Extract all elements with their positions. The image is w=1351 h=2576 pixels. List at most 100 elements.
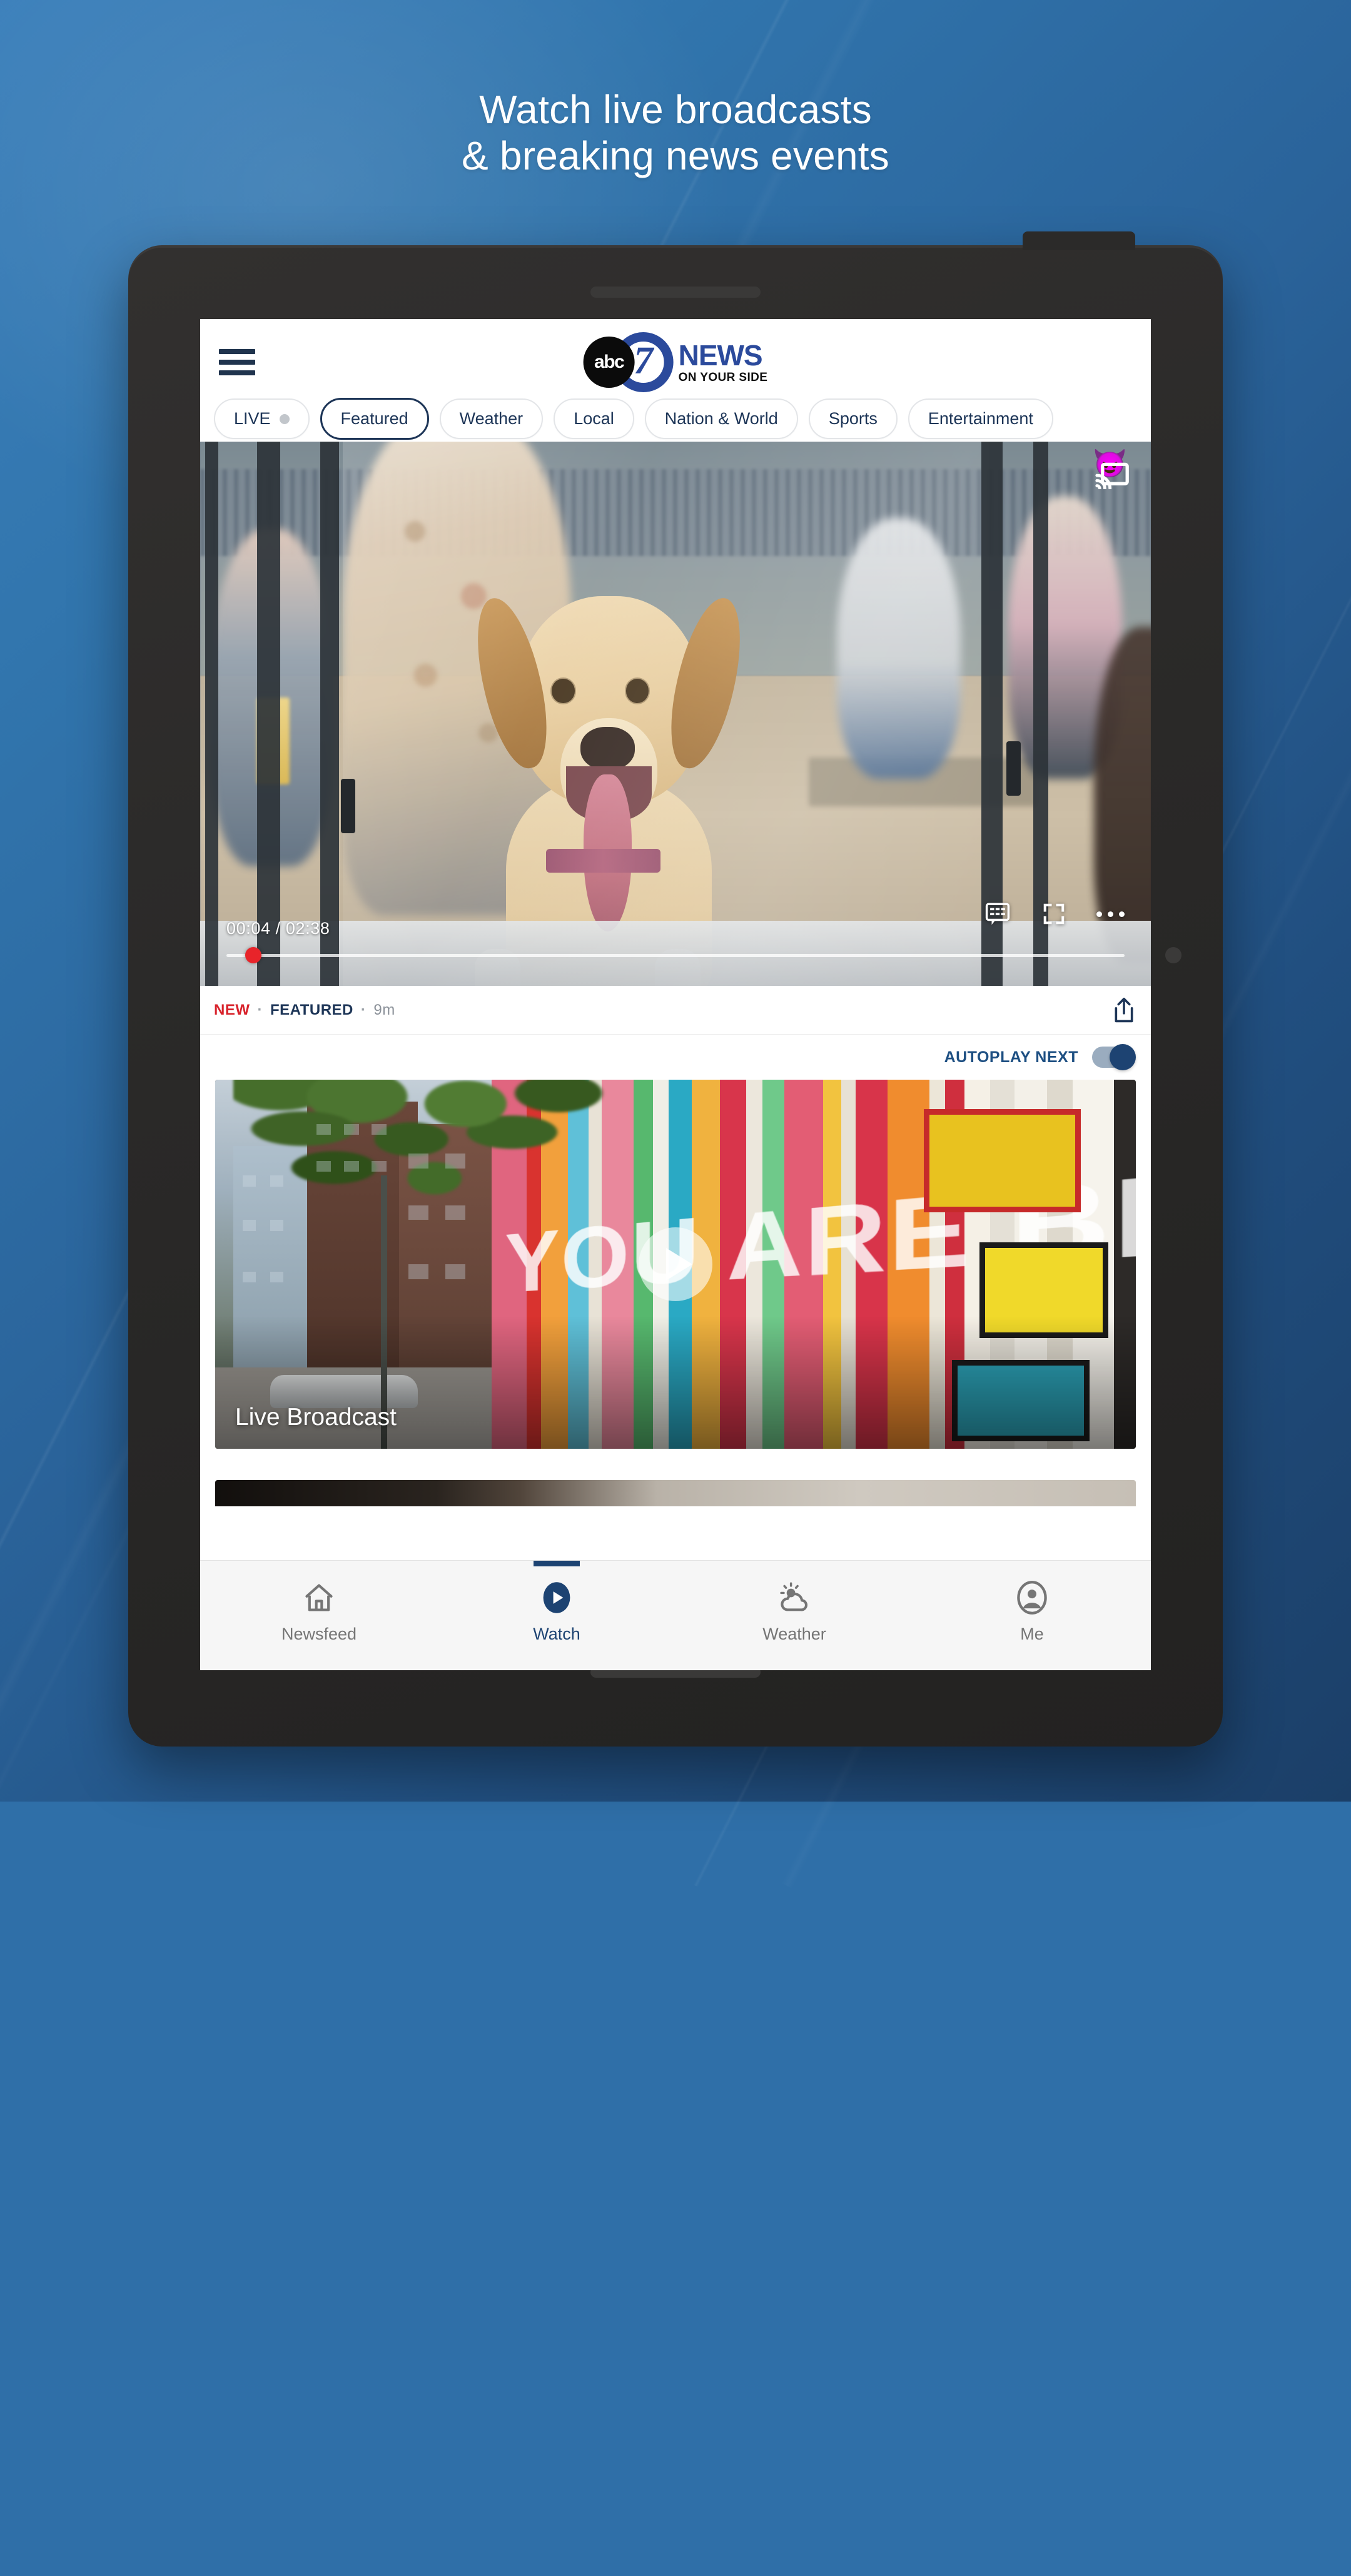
bottom-navigation-bar: Newsfeed Watch Weather Me: [200, 1560, 1151, 1670]
meta-tags: NEW · FEATURED · 9m: [214, 1001, 395, 1019]
time-ago-label: 9m: [373, 1001, 395, 1018]
building-window: [316, 1160, 331, 1172]
door-handle: [340, 779, 355, 834]
hamburger-bar: [219, 360, 255, 365]
building-window: [243, 1220, 256, 1231]
video-progress-bar[interactable]: [226, 947, 1125, 963]
brand-tagline: ON YOUR SIDE: [678, 371, 768, 384]
video-player[interactable]: 😈 00:04 / 02:38: [200, 442, 1151, 986]
building-window: [344, 1160, 359, 1172]
home-icon: [303, 1578, 335, 1617]
nav-pill-nation-world[interactable]: Nation & World: [644, 398, 798, 439]
building-window: [445, 1264, 466, 1279]
cast-button[interactable]: 😈: [1086, 450, 1130, 489]
bottom-nav-item-me[interactable]: Me: [913, 1561, 1151, 1644]
building-window: [445, 1205, 466, 1220]
dog-eye-left: [552, 679, 575, 703]
door-frame: [320, 442, 339, 986]
nav-pill-label: Nation & World: [664, 409, 778, 428]
door-frame: [205, 442, 218, 986]
tablet-speaker-top: [590, 287, 761, 298]
bottom-nav-label: Watch: [533, 1625, 580, 1643]
video-card-title: Live Broadcast: [235, 1404, 397, 1431]
share-icon[interactable]: [1112, 997, 1136, 1023]
building-window: [408, 1264, 429, 1279]
progress-knob[interactable]: [245, 947, 262, 963]
sun-cloud-icon: [777, 1578, 812, 1617]
promo-headline: Watch live broadcasts & breaking news ev…: [0, 86, 1351, 179]
building-window: [270, 1220, 283, 1231]
bottom-nav-item-watch[interactable]: Watch: [438, 1561, 676, 1644]
hamburger-bar: [219, 349, 255, 354]
nav-pill-featured[interactable]: Featured: [320, 398, 429, 440]
bottom-nav-item-newsfeed[interactable]: Newsfeed: [200, 1561, 438, 1644]
building-window: [408, 1205, 429, 1220]
autoplay-label: AUTOPLAY NEXT: [944, 1048, 1078, 1066]
dot: [1096, 911, 1102, 917]
nav-pill-sports[interactable]: Sports: [808, 398, 898, 439]
category-nav-pills: LIVE Featured Weather Local Nation & World Sp…: [214, 398, 1053, 440]
nav-pill-label: Local: [574, 409, 614, 428]
brand-news-label: NEWS: [678, 339, 763, 372]
bottom-nav-item-weather[interactable]: Weather: [676, 1561, 913, 1644]
active-tab-indicator: [534, 1561, 580, 1566]
bottom-nav-label: Weather: [762, 1625, 826, 1643]
brand-logo[interactable]: abc 7 NEWS ON YOUR SIDE: [583, 332, 768, 392]
autoplay-toggle[interactable]: [1092, 1044, 1136, 1070]
tablet-device-frame: abc 7 NEWS ON YOUR SIDE LIVE Featured Weat…: [128, 231, 1223, 1747]
bottom-nav-label: Me: [1020, 1625, 1044, 1643]
video-meta-row: NEW · FEATURED · 9m: [200, 986, 1151, 1035]
front-camera-icon: [1165, 947, 1181, 963]
dot: [1119, 911, 1125, 917]
dot: [1108, 911, 1113, 917]
nav-pill-label: Sports: [828, 409, 878, 428]
toggle-knob: [1110, 1044, 1136, 1070]
hamburger-bar: [219, 370, 255, 375]
live-status-dot: [279, 413, 290, 424]
camera-bump: [1023, 231, 1135, 250]
chromecast-icon: [1095, 462, 1129, 489]
nav-pill-local[interactable]: Local: [554, 398, 634, 439]
building-window: [408, 1154, 429, 1169]
building-window: [372, 1160, 387, 1172]
meta-separator: ·: [257, 1001, 263, 1018]
building-window: [270, 1271, 283, 1283]
building-window: [243, 1271, 256, 1283]
nav-pill-live[interactable]: LIVE: [214, 398, 310, 439]
play-button-icon[interactable]: [639, 1227, 712, 1301]
building-window: [344, 1123, 359, 1135]
video-time-display: 00:04 / 02:38: [226, 919, 330, 938]
meta-separator: ·: [360, 1001, 367, 1018]
mural-frame-art: [924, 1109, 1081, 1213]
headline-line-1: Watch live broadcasts: [479, 87, 872, 132]
nav-pill-label: Entertainment: [928, 409, 1033, 428]
more-options-icon[interactable]: [1096, 911, 1125, 917]
brand-text: NEWS ON YOUR SIDE: [679, 341, 768, 383]
play-triangle: [666, 1248, 692, 1280]
blurred-person: [837, 517, 961, 779]
nav-pill-label: Featured: [340, 409, 408, 428]
dog-nose: [580, 726, 635, 771]
dog-eye-right: [625, 679, 649, 703]
nav-pill-label: Weather: [459, 409, 524, 428]
headline-line-2: & breaking news events: [462, 133, 889, 179]
next-card-peek[interactable]: [215, 1480, 1136, 1506]
video-card-live-broadcast[interactable]: YOU ARE BEAUTIFUL Live Broadcast: [215, 1080, 1136, 1449]
autoplay-row: AUTOPLAY NEXT: [200, 1035, 1151, 1080]
hamburger-menu-icon[interactable]: [219, 349, 255, 375]
progress-track: [226, 953, 1125, 957]
video-controls: 00:04 / 02:38: [200, 919, 1151, 986]
badge-category: FEATURED: [270, 1001, 353, 1018]
bottom-nav-label: Newsfeed: [281, 1625, 357, 1643]
building-window: [445, 1154, 466, 1169]
nav-pill-entertainment[interactable]: Entertainment: [908, 398, 1053, 439]
building-window: [243, 1175, 256, 1187]
door-frame: [257, 442, 280, 986]
dog-collar: [546, 848, 660, 873]
nav-pill-label: LIVE: [234, 409, 271, 428]
seven-numeral: 7: [634, 340, 654, 382]
badge-new: NEW: [214, 1001, 250, 1018]
building-window: [316, 1123, 331, 1135]
nav-pill-weather[interactable]: Weather: [439, 398, 544, 439]
app-header: abc 7 NEWS ON YOUR SIDE LIVE Featured Weat…: [200, 319, 1151, 442]
